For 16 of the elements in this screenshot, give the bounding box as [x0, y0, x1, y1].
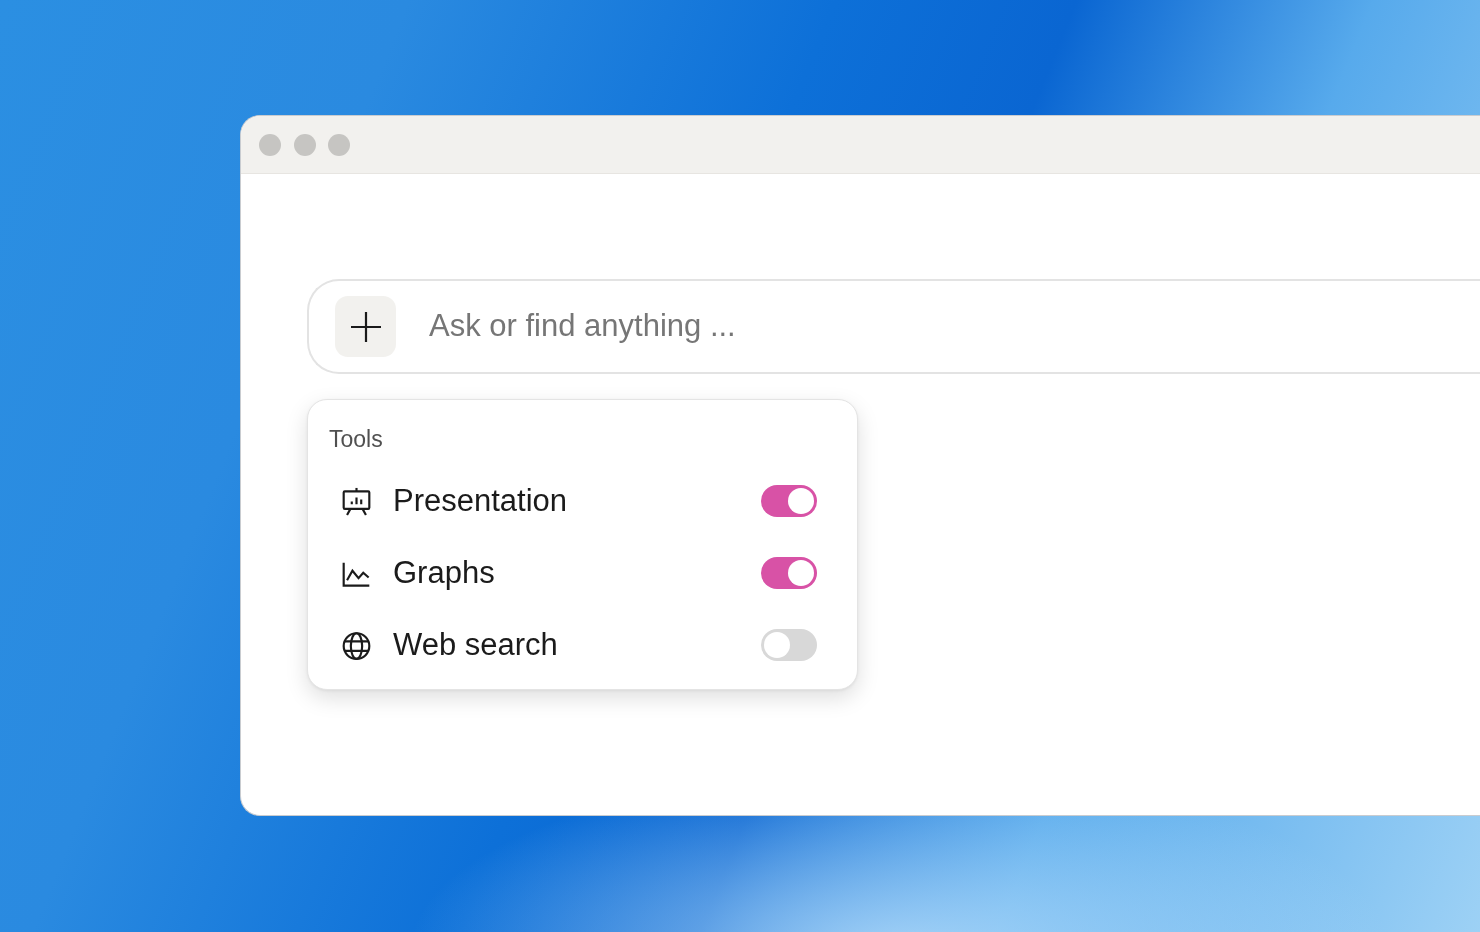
- menu-heading: Tools: [329, 425, 383, 454]
- menu-item-label[interactable]: Web search: [393, 621, 558, 669]
- add-button[interactable]: [335, 296, 396, 357]
- plus-icon: [348, 309, 383, 344]
- window-control-icon[interactable]: [259, 133, 281, 156]
- toggle-switch[interactable]: [761, 485, 817, 517]
- globe-icon: [342, 630, 371, 660]
- easel-chart-icon: [342, 486, 371, 516]
- search-bar[interactable]: Ask or find anything ...: [307, 279, 1480, 374]
- window-control-icon[interactable]: [328, 133, 350, 156]
- menu-item-label[interactable]: Graphs: [393, 549, 495, 597]
- toggle-switch[interactable]: [761, 557, 817, 589]
- search-field[interactable]: Ask or find anything ...: [429, 303, 1129, 350]
- toggle-switch[interactable]: [761, 629, 817, 661]
- menu-item-label[interactable]: Presentation: [393, 477, 568, 525]
- window-control-icon[interactable]: [293, 133, 316, 156]
